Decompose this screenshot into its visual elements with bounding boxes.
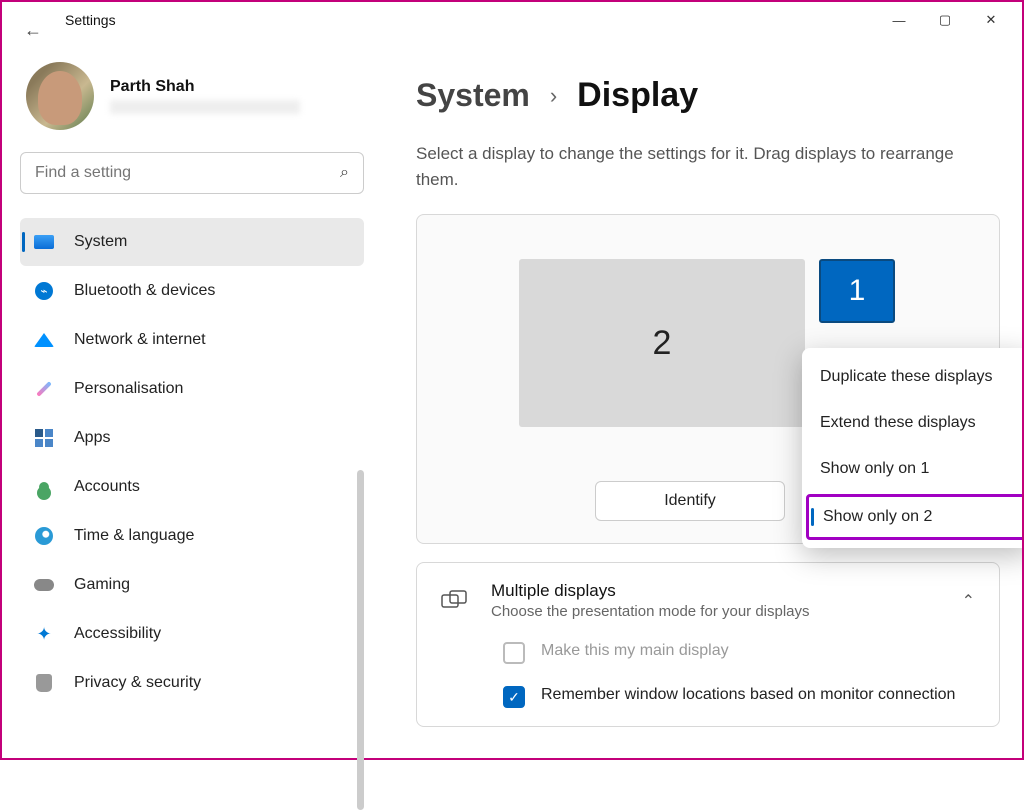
sidebar-item-label: Network & internet <box>74 331 206 349</box>
sidebar-item-label: Personalisation <box>74 380 183 398</box>
multiple-displays-card[interactable]: Multiple displays Choose the presentatio… <box>416 562 1000 727</box>
window-controls: — ▢ ✕ <box>876 5 1014 35</box>
sidebar-item-apps[interactable]: Apps <box>20 414 364 462</box>
page-subtitle: Select a display to change the settings … <box>416 141 1000 192</box>
accessibility-icon: ✦ <box>34 624 54 644</box>
dropdown-item-only-2[interactable]: Show only on 2 <box>806 494 1022 540</box>
profile-block[interactable]: Parth Shah <box>26 62 364 130</box>
identify-button[interactable]: Identify <box>595 481 785 521</box>
profile-name: Parth Shah <box>110 78 300 96</box>
sidebar-item-time[interactable]: Time & language <box>20 512 364 560</box>
sidebar-item-personalisation[interactable]: Personalisation <box>20 365 364 413</box>
sidebar-item-accessibility[interactable]: ✦ Accessibility <box>20 610 364 658</box>
sidebar-item-privacy[interactable]: Privacy & security <box>20 659 364 707</box>
system-icon <box>34 232 54 252</box>
personalisation-icon <box>34 379 54 399</box>
sidebar-item-system[interactable]: System <box>20 218 364 266</box>
back-icon[interactable]: ← <box>24 20 42 41</box>
sidebar-item-label: System <box>74 233 127 251</box>
main-display-checkbox <box>503 642 525 664</box>
sidebar-item-label: Time & language <box>74 527 194 545</box>
bluetooth-icon: ⌁ <box>34 281 54 301</box>
remember-locations-checkbox[interactable]: ✓ <box>503 686 525 708</box>
avatar <box>26 62 94 130</box>
main-display-label: Make this my main display <box>541 642 729 660</box>
dropdown-item-extend[interactable]: Extend these displays <box>802 400 1022 446</box>
sidebar-item-label: Accessibility <box>74 625 161 643</box>
main-display-row: Make this my main display <box>441 642 975 664</box>
apps-icon <box>34 428 54 448</box>
presentation-mode-dropdown: Duplicate these displays Extend these di… <box>802 348 1022 548</box>
sidebar-item-label: Gaming <box>74 576 130 594</box>
monitor-1[interactable]: 1 <box>819 259 895 323</box>
remember-locations-label: Remember window locations based on monit… <box>541 686 955 704</box>
sidebar-item-network[interactable]: Network & internet <box>20 316 364 364</box>
sidebar-item-label: Privacy & security <box>74 674 201 692</box>
chevron-up-icon[interactable]: ⌃ <box>962 591 975 611</box>
scrollbar-thumb[interactable] <box>357 470 364 810</box>
gaming-icon <box>34 575 54 595</box>
dropdown-item-duplicate[interactable]: Duplicate these displays <box>802 354 1022 400</box>
page-title: Display <box>577 76 698 115</box>
card-title: Multiple displays <box>491 581 810 601</box>
chevron-right-icon: › <box>550 83 557 109</box>
sidebar-item-label: Accounts <box>74 478 140 496</box>
maximize-button[interactable]: ▢ <box>922 5 968 35</box>
search-input[interactable] <box>35 164 340 182</box>
breadcrumb-parent[interactable]: System <box>416 77 530 114</box>
sidebar-item-accounts[interactable]: Accounts <box>20 463 364 511</box>
sidebar-item-label: Apps <box>74 429 110 447</box>
main-content: System › Display Select a display to cha… <box>382 38 1022 758</box>
shield-icon <box>34 673 54 693</box>
card-subtitle: Choose the presentation mode for your di… <box>491 603 810 620</box>
titlebar: ← Settings — ▢ ✕ <box>2 2 1022 38</box>
sidebar-item-label: Bluetooth & devices <box>74 282 215 300</box>
clock-icon <box>34 526 54 546</box>
window-title: Settings <box>65 12 116 28</box>
wifi-icon <box>34 330 54 350</box>
sidebar: Parth Shah ⌕ System ⌁ Bluetooth & device… <box>2 38 382 758</box>
sidebar-item-bluetooth[interactable]: ⌁ Bluetooth & devices <box>20 267 364 315</box>
close-button[interactable]: ✕ <box>968 5 1014 35</box>
minimize-button[interactable]: — <box>876 5 922 35</box>
multiple-displays-icon <box>441 590 467 612</box>
search-icon: ⌕ <box>340 164 349 182</box>
sidebar-item-gaming[interactable]: Gaming <box>20 561 364 609</box>
remember-locations-row[interactable]: ✓ Remember window locations based on mon… <box>441 686 975 708</box>
dropdown-item-only-1[interactable]: Show only on 1 <box>802 446 1022 492</box>
search-box[interactable]: ⌕ <box>20 152 364 194</box>
nav-list: System ⌁ Bluetooth & devices Network & i… <box>20 218 364 707</box>
monitor-2[interactable]: 2 <box>519 259 805 427</box>
accounts-icon <box>34 477 54 497</box>
profile-email-redacted <box>110 100 300 114</box>
card-header[interactable]: Multiple displays Choose the presentatio… <box>441 581 975 620</box>
breadcrumb: System › Display <box>416 76 1000 115</box>
